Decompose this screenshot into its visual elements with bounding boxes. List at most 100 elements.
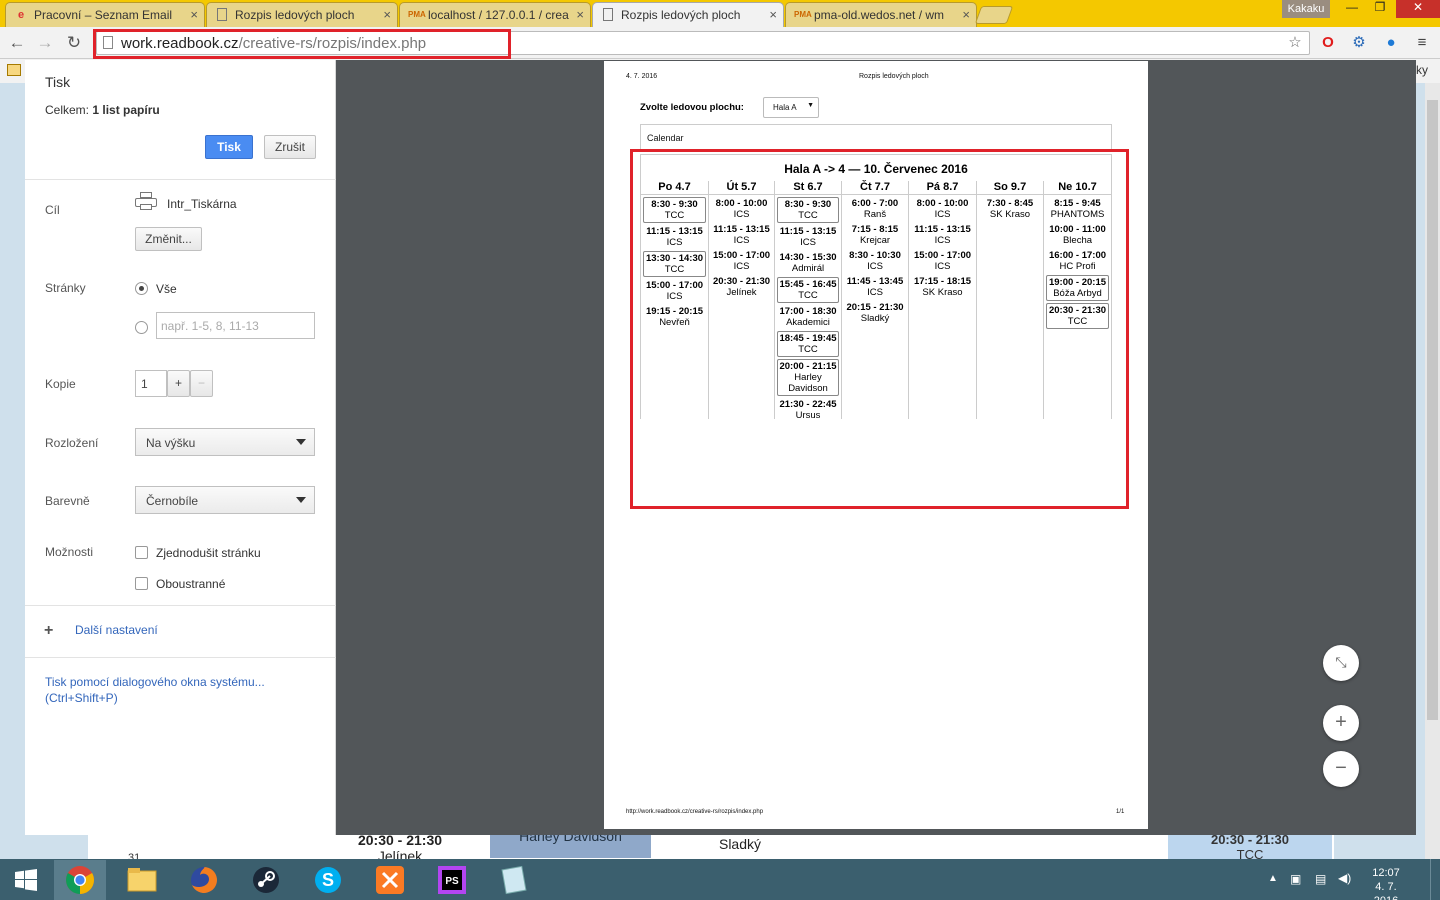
phpmyadmin-icon: PMA	[794, 10, 812, 19]
page-scrollbar-thumb[interactable]	[1427, 100, 1438, 720]
reload-icon[interactable]: ↻	[63, 32, 85, 54]
preview-page-number: 1/1	[1116, 809, 1125, 815]
close-icon[interactable]: ×	[769, 7, 777, 22]
skype-icon[interactable]: S	[302, 860, 354, 900]
system-dialog-link[interactable]: Tisk pomocí dialogového okna systému... …	[45, 674, 285, 706]
highlight-box-calendar	[630, 149, 1129, 509]
chevron-down-icon: ▼	[807, 102, 814, 109]
seznam-e-icon: e	[17, 9, 25, 21]
forward-arrow-icon[interactable]: →	[34, 32, 56, 54]
window-close-icon[interactable]: ✕	[1396, 0, 1440, 18]
pages-label: Stránky	[45, 281, 86, 295]
profile-button[interactable]: Kakaku	[1282, 0, 1330, 18]
close-icon[interactable]: ×	[190, 7, 198, 22]
tab-seznam-email[interactable]: e Pracovní – Seznam Email ×	[5, 2, 205, 27]
tab-pma-wedos[interactable]: PMA pma-old.wedos.net / wm ×	[785, 2, 977, 27]
volume-icon[interactable]: ◀)	[1338, 871, 1351, 885]
pages-all-radio[interactable]	[135, 282, 148, 295]
notepad-icon[interactable]	[488, 860, 540, 900]
divider	[25, 657, 336, 658]
layout-select[interactable]: Na výšku	[135, 428, 315, 456]
close-icon[interactable]: ×	[962, 7, 970, 22]
start-icon[interactable]	[0, 860, 52, 900]
color-value: Černobíle	[146, 494, 199, 508]
page-icon	[217, 8, 227, 21]
background-cell-tcc: 20:30 - 21:30 TCC	[1168, 832, 1332, 862]
print-title: Tisk	[45, 74, 71, 90]
folder-icon[interactable]	[7, 64, 21, 76]
simplify-label: Zjednodušit stránku	[156, 546, 261, 560]
hala-select-value: Hala A	[773, 103, 797, 112]
chevron-down-icon	[296, 439, 306, 445]
total-sheets: Celkem: 1 list papíru	[45, 103, 160, 117]
hala-select: Hala A ▼	[763, 97, 819, 118]
minimize-icon[interactable]: —	[1338, 0, 1366, 18]
tray-chevron-up-icon[interactable]: ▲	[1268, 873, 1278, 884]
show-desktop-button[interactable]	[1430, 859, 1440, 900]
file-explorer-icon[interactable]	[116, 860, 168, 900]
change-printer-button[interactable]: Změnit...	[135, 227, 202, 251]
new-tab-button[interactable]	[974, 6, 1014, 24]
chrome-icon[interactable]	[54, 860, 106, 900]
calendar-label: Calendar	[640, 124, 1112, 152]
tab-rozpis-1[interactable]: Rozpis ledových ploch ×	[206, 2, 398, 27]
copies-decrement-button[interactable]: −	[190, 370, 213, 397]
duplex-checkbox[interactable]	[135, 577, 148, 590]
maximize-icon[interactable]: ❐	[1366, 0, 1394, 18]
plus-icon[interactable]: +	[44, 622, 53, 640]
zoom-out-icon[interactable]: −	[1323, 751, 1359, 787]
printer-icon	[135, 192, 157, 212]
destination-label: Cíl	[45, 203, 60, 217]
back-arrow-icon[interactable]: ←	[6, 32, 28, 54]
color-label: Barevně	[45, 494, 90, 508]
divider	[25, 605, 336, 606]
fit-to-page-icon[interactable]: ⤡	[1323, 645, 1359, 681]
extension-icon[interactable]: ⚙	[1349, 33, 1369, 53]
steam-icon[interactable]	[240, 860, 292, 900]
copies-input[interactable]: 1	[135, 370, 167, 397]
close-icon[interactable]: ×	[383, 7, 391, 22]
duplex-label: Oboustranné	[156, 577, 226, 591]
network-icon[interactable]: ▤	[1315, 872, 1326, 886]
phpmyadmin-icon: PMA	[408, 10, 426, 19]
print-settings-panel: Tisk Celkem: 1 list papíru Tisk Zrušit C…	[25, 60, 336, 835]
pages-custom-radio[interactable]	[135, 321, 148, 334]
print-button[interactable]: Tisk	[205, 135, 253, 159]
tab-label: Rozpis ledových ploch	[621, 8, 741, 22]
preview-footer-url: http://work.readbook.cz/creative-rs/rozp…	[626, 809, 764, 815]
tray-window-icon[interactable]: ▣	[1290, 872, 1301, 886]
tab-label: Rozpis ledových ploch	[235, 8, 355, 22]
opera-icon[interactable]: O	[1318, 33, 1338, 53]
extension-icon[interactable]: ●	[1381, 33, 1401, 53]
pages-all-label: Vše	[156, 282, 177, 296]
background-cell-jelinek: 20:30 - 21:30 Jelínek	[340, 832, 460, 864]
phpstorm-icon[interactable]: PS	[426, 860, 478, 900]
tab-label: Pracovní – Seznam Email	[34, 8, 173, 22]
tab-rozpis-active[interactable]: Rozpis ledových ploch ×	[592, 2, 784, 27]
close-icon[interactable]: ×	[576, 7, 584, 22]
copies-increment-button[interactable]: +	[167, 370, 190, 397]
total-label: Celkem:	[45, 103, 90, 117]
tab-localhost-pma[interactable]: PMA localhost / 127.0.0.1 / crea ×	[399, 2, 591, 27]
preview-choose-label: Zvolte ledovou plochu:	[640, 102, 744, 113]
menu-icon[interactable]: ≡	[1412, 33, 1432, 53]
svg-text:S: S	[322, 870, 334, 890]
color-select[interactable]: Černobíle	[135, 486, 315, 514]
tray-clock[interactable]: 12:07 4. 7. 2016	[1366, 866, 1406, 900]
xampp-icon[interactable]	[364, 860, 416, 900]
copies-label: Kopie	[45, 377, 76, 391]
firefox-icon[interactable]	[178, 860, 230, 900]
preview-page-title: Rozpis ledových ploch	[859, 73, 929, 80]
tab-label: pma-old.wedos.net / wm	[814, 8, 945, 22]
zoom-in-icon[interactable]: +	[1323, 705, 1359, 741]
options-label: Možnosti	[45, 545, 94, 559]
tray-date: 4. 7. 2016	[1374, 881, 1398, 900]
more-settings-link[interactable]: Další nastavení	[75, 623, 158, 637]
tray-time: 12:07	[1372, 867, 1400, 879]
layout-label: Rozložení	[45, 436, 99, 450]
page-icon	[603, 8, 613, 21]
pages-range-input[interactable]: např. 1-5, 8, 11-13	[156, 312, 315, 339]
star-icon[interactable]: ☆	[1285, 33, 1305, 53]
cancel-button[interactable]: Zrušit	[264, 135, 316, 159]
simplify-checkbox[interactable]	[135, 546, 148, 559]
